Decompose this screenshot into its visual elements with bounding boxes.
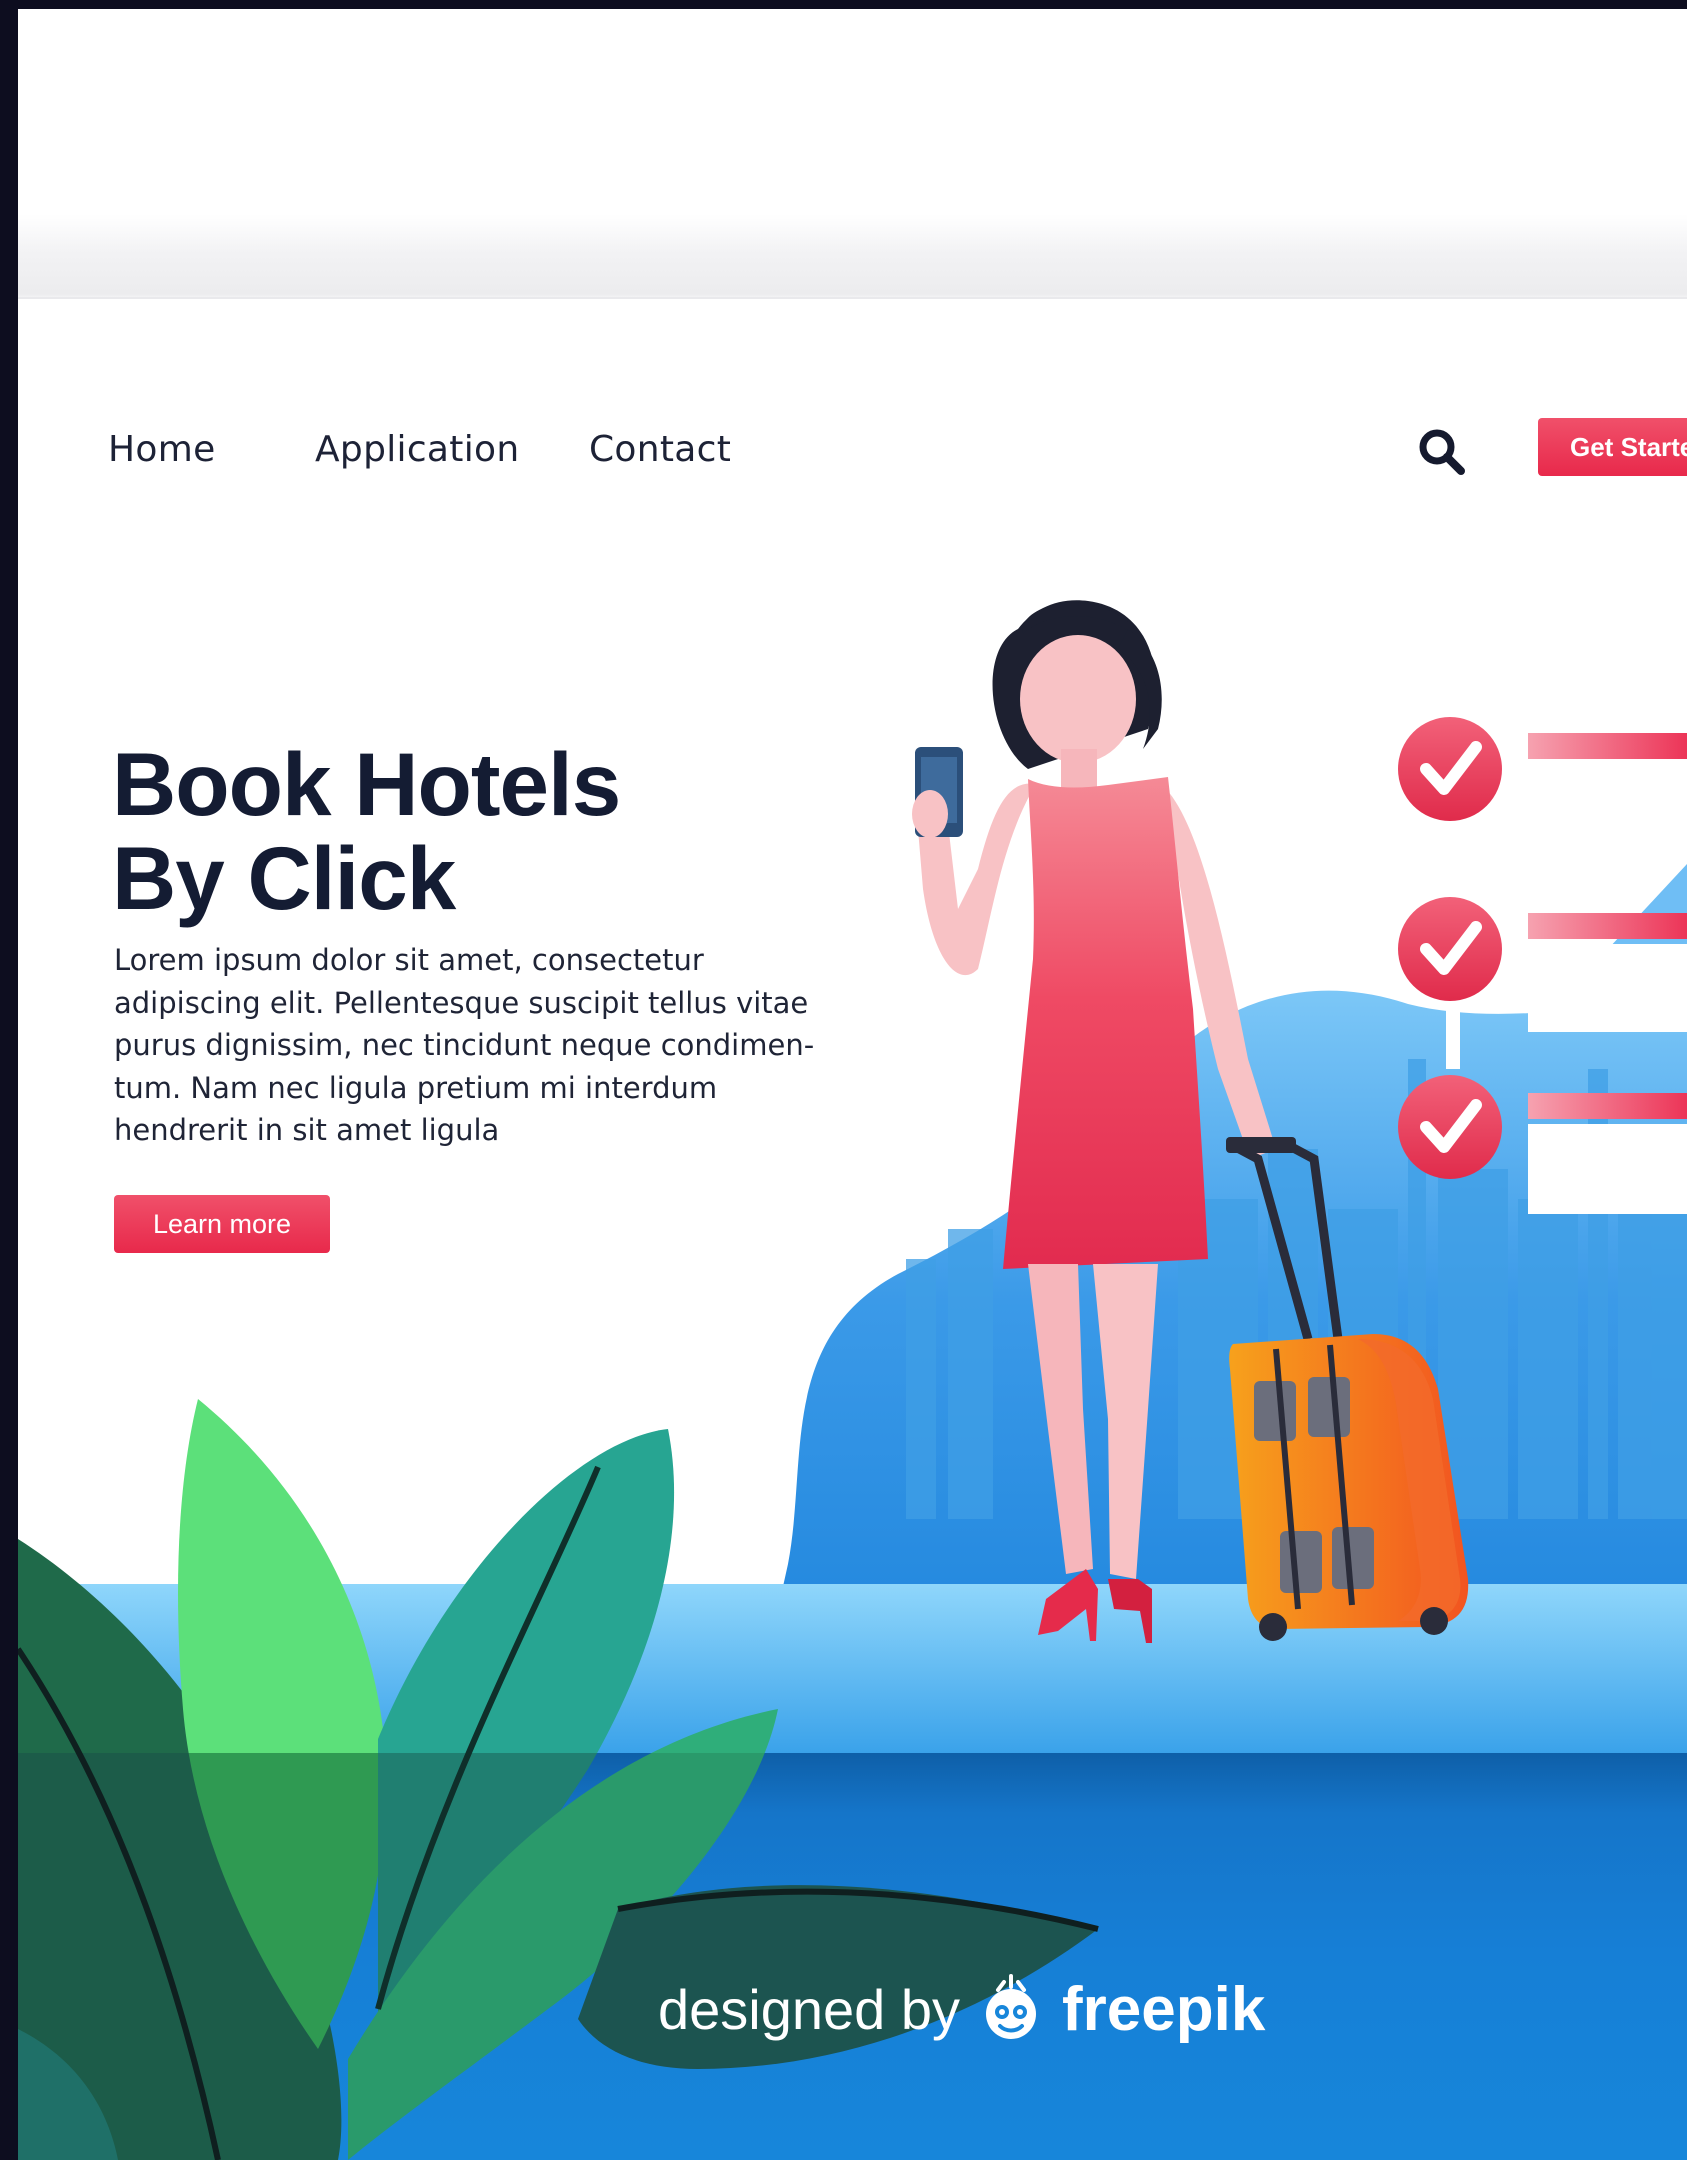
search-icon[interactable] [1416, 426, 1468, 478]
freepik-logo-icon [986, 1974, 1037, 2039]
hero-description: Lorem ipsum dolor sit amet, consectetur … [114, 939, 815, 1152]
check-circle-icon [1398, 1075, 1502, 1179]
hero-title-line: Book Hotels [112, 734, 621, 834]
hero-body-line: hendrerit in sit amet ligula [114, 1113, 500, 1147]
check-circle-icon [1398, 717, 1502, 821]
hero-title-line: By Click [112, 828, 456, 928]
landing-page: Home Application Contact Get Started Boo… [18, 9, 1687, 2160]
rooftop-shape [1608, 864, 1687, 954]
watermark-designed-by: designed by [658, 1977, 961, 2041]
hero-body-line: adipiscing elit. Pellentesque suscipit t… [114, 985, 809, 1020]
screenshot-stage: Home Application Contact Get Started Boo… [0, 0, 1687, 2160]
check-circle-icon [1398, 897, 1502, 1001]
watermark-brand: freepik [1062, 1974, 1266, 2044]
hero-title: Book Hotels By Click [112, 737, 812, 925]
hero-body-line: Lorem ipsum dolor sit amet, consectetur [114, 943, 704, 977]
get-started-button[interactable]: Get Started [1538, 418, 1687, 476]
checklist [1398, 717, 1687, 1214]
nav-home[interactable]: Home [108, 429, 216, 470]
hero-body-line: tum. Nam nec ligula pretium mi interdum [114, 1070, 718, 1105]
nav-application[interactable]: Application [315, 429, 519, 470]
plant-leaves-foreground [18, 1753, 1099, 2160]
hero-body-line: purus dignissim, nec tincidunt neque con… [114, 1028, 815, 1062]
learn-more-button[interactable]: Learn more [114, 1195, 330, 1253]
freepik-watermark: designed by freepik [658, 1964, 1265, 2054]
nav-contact[interactable]: Contact [589, 429, 731, 470]
